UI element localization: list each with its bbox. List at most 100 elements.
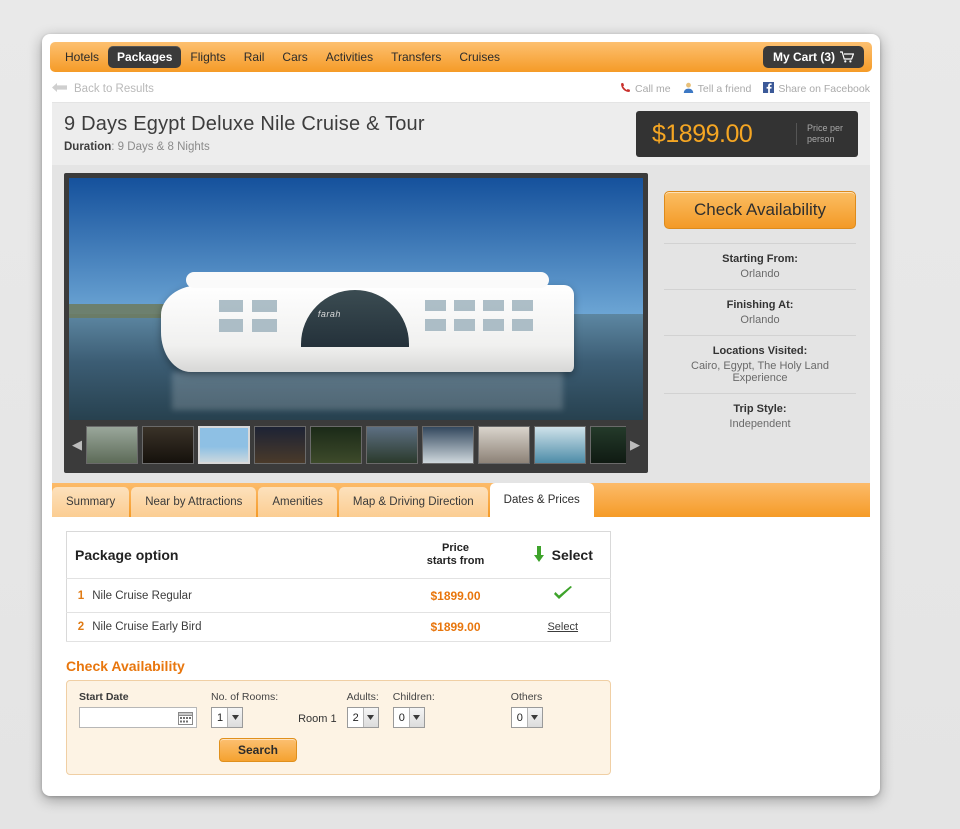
price-value: $1899.00 — [652, 119, 753, 148]
my-cart-button[interactable]: My Cart (3) — [762, 46, 864, 68]
thumbnail-item[interactable] — [478, 426, 530, 464]
package-header: 9 Days Egypt Deluxe Nile Cruise & Tour D… — [52, 103, 870, 165]
row-price: $1899.00 — [430, 620, 481, 634]
call-me-link[interactable]: Call me — [620, 82, 671, 96]
tab-map-driving-direction[interactable]: Map & Driving Direction — [338, 487, 488, 517]
row-number: 2 — [77, 621, 85, 633]
cell-select — [515, 578, 611, 613]
thumbnail-item[interactable] — [310, 426, 362, 464]
tell-a-friend-link[interactable]: Tell a friend — [683, 82, 751, 96]
search-button[interactable]: Search — [219, 738, 297, 762]
chevron-down-icon — [526, 708, 542, 727]
fact-value: Orlando — [740, 314, 780, 326]
thumbnail-item[interactable] — [198, 426, 250, 464]
children-select[interactable]: 0 — [392, 707, 425, 728]
chevron-down-icon — [408, 708, 424, 727]
page-card: Hotels Packages Flights Rail Cars Activi… — [42, 34, 880, 796]
nav-item-hotels[interactable]: Hotels — [56, 46, 108, 68]
selected-check-icon — [553, 586, 573, 605]
price-note-line1: Price per — [807, 123, 844, 133]
tab-dates-prices[interactable]: Dates & Prices — [489, 483, 594, 517]
dates-and-prices-panel: Package option Price starts from Select — [52, 517, 870, 775]
arrow-down-icon — [533, 545, 545, 565]
others-select[interactable]: 0 — [510, 707, 543, 728]
rooms-select[interactable]: 1 — [211, 707, 244, 728]
check-availability-button[interactable]: Check Availability — [664, 191, 856, 229]
tab-near-by-attractions[interactable]: Near by Attractions — [131, 487, 257, 517]
chevron-left-icon[interactable]: ◀ — [71, 437, 83, 453]
thumbnail-strip: ◀ ▶ — [69, 420, 643, 468]
trip-facts-panel: Check Availability Starting From: Orland… — [660, 173, 860, 473]
header-price-line2: starts from — [426, 555, 485, 567]
thumbnail-item[interactable] — [142, 426, 194, 464]
nav-item-flights[interactable]: Flights — [181, 46, 234, 68]
fact-label: Trip Style: — [733, 403, 787, 415]
cell-price: $1899.00 — [395, 612, 516, 642]
cell-select: Select — [515, 612, 611, 642]
adults-value: 2 — [352, 711, 359, 724]
header-package-option: Package option — [66, 531, 396, 579]
shopping-cart-icon — [840, 51, 854, 63]
search-row: Search — [79, 738, 598, 762]
cell-option: 2 Nile Cruise Early Bird — [66, 612, 396, 642]
table-row: 1 Nile Cruise Regular $1899.00 — [66, 578, 611, 613]
nav-item-transfers[interactable]: Transfers — [382, 46, 450, 68]
select-option-link[interactable]: Select — [547, 621, 578, 633]
price-note-line2: person — [807, 134, 835, 144]
chevron-down-icon — [362, 708, 378, 727]
start-date-label: Start Date — [79, 691, 129, 703]
thumbnail-item[interactable] — [366, 426, 418, 464]
back-to-results-link[interactable]: Back to Results — [52, 82, 154, 96]
tab-summary[interactable]: Summary — [52, 487, 130, 517]
facebook-icon — [763, 82, 775, 96]
thumbnail-item[interactable] — [86, 426, 138, 464]
fact-finishing-at: Finishing At: Orlando — [664, 289, 856, 335]
water-reflection — [172, 371, 563, 411]
row-price: $1899.00 — [430, 588, 481, 603]
nav-item-packages[interactable]: Packages — [108, 46, 182, 68]
nav-item-cars[interactable]: Cars — [273, 46, 316, 68]
row-number: 1 — [77, 589, 85, 602]
adults-label: Adults: — [346, 691, 379, 703]
main-image[interactable]: farah — [69, 178, 643, 420]
thumbnail-item[interactable] — [422, 426, 474, 464]
table-header-row: Package option Price starts from Select — [66, 531, 611, 579]
ship-brand-text: farah — [317, 308, 341, 319]
cell-price: $1899.00 — [395, 578, 516, 613]
person-icon — [683, 82, 694, 96]
ship-deck — [185, 272, 550, 288]
nav-item-cruises[interactable]: Cruises — [450, 46, 509, 68]
call-me-label: Call me — [635, 83, 671, 95]
thumbnail-list — [86, 426, 626, 464]
row-name: Nile Cruise Regular — [92, 589, 192, 602]
children-field: Children: 0 — [392, 691, 435, 728]
fact-value: Orlando — [740, 268, 780, 280]
price-badge: $1899.00 Price per person — [636, 111, 858, 157]
phone-icon — [620, 82, 631, 96]
cell-option: 1 Nile Cruise Regular — [66, 578, 396, 613]
tab-bar: Summary Near by Attractions Amenities Ma… — [52, 483, 870, 517]
share-on-facebook-link[interactable]: Share on Facebook — [763, 82, 870, 96]
thumbnail-item[interactable] — [254, 426, 306, 464]
header-select: Select — [515, 531, 611, 579]
fact-locations-visited: Locations Visited: Cairo, Egypt, The Hol… — [664, 335, 856, 393]
chevron-right-icon[interactable]: ▶ — [629, 437, 641, 453]
calendar-icon[interactable] — [178, 711, 193, 730]
back-to-results-label: Back to Results — [74, 82, 154, 95]
nav-item-activities[interactable]: Activities — [317, 46, 382, 68]
tab-amenities[interactable]: Amenities — [258, 487, 337, 517]
others-label: Others — [510, 691, 543, 703]
cruise-ship-shape: farah — [160, 272, 575, 372]
check-availability-heading: Check Availability — [66, 658, 185, 674]
start-date-input[interactable] — [79, 707, 197, 728]
nav-item-rail[interactable]: Rail — [235, 46, 274, 68]
thumbnail-item[interactable] — [590, 426, 626, 464]
fact-value: Independent — [729, 418, 791, 430]
fact-label: Finishing At: — [726, 299, 794, 311]
others-value: 0 — [516, 711, 523, 724]
adults-select[interactable]: 2 — [346, 707, 379, 728]
main-navigation: Hotels Packages Flights Rail Cars Activi… — [50, 42, 872, 72]
thumbnail-item[interactable] — [534, 426, 586, 464]
row-name: Nile Cruise Early Bird — [92, 621, 202, 633]
header-price-line1: Price — [442, 542, 469, 554]
